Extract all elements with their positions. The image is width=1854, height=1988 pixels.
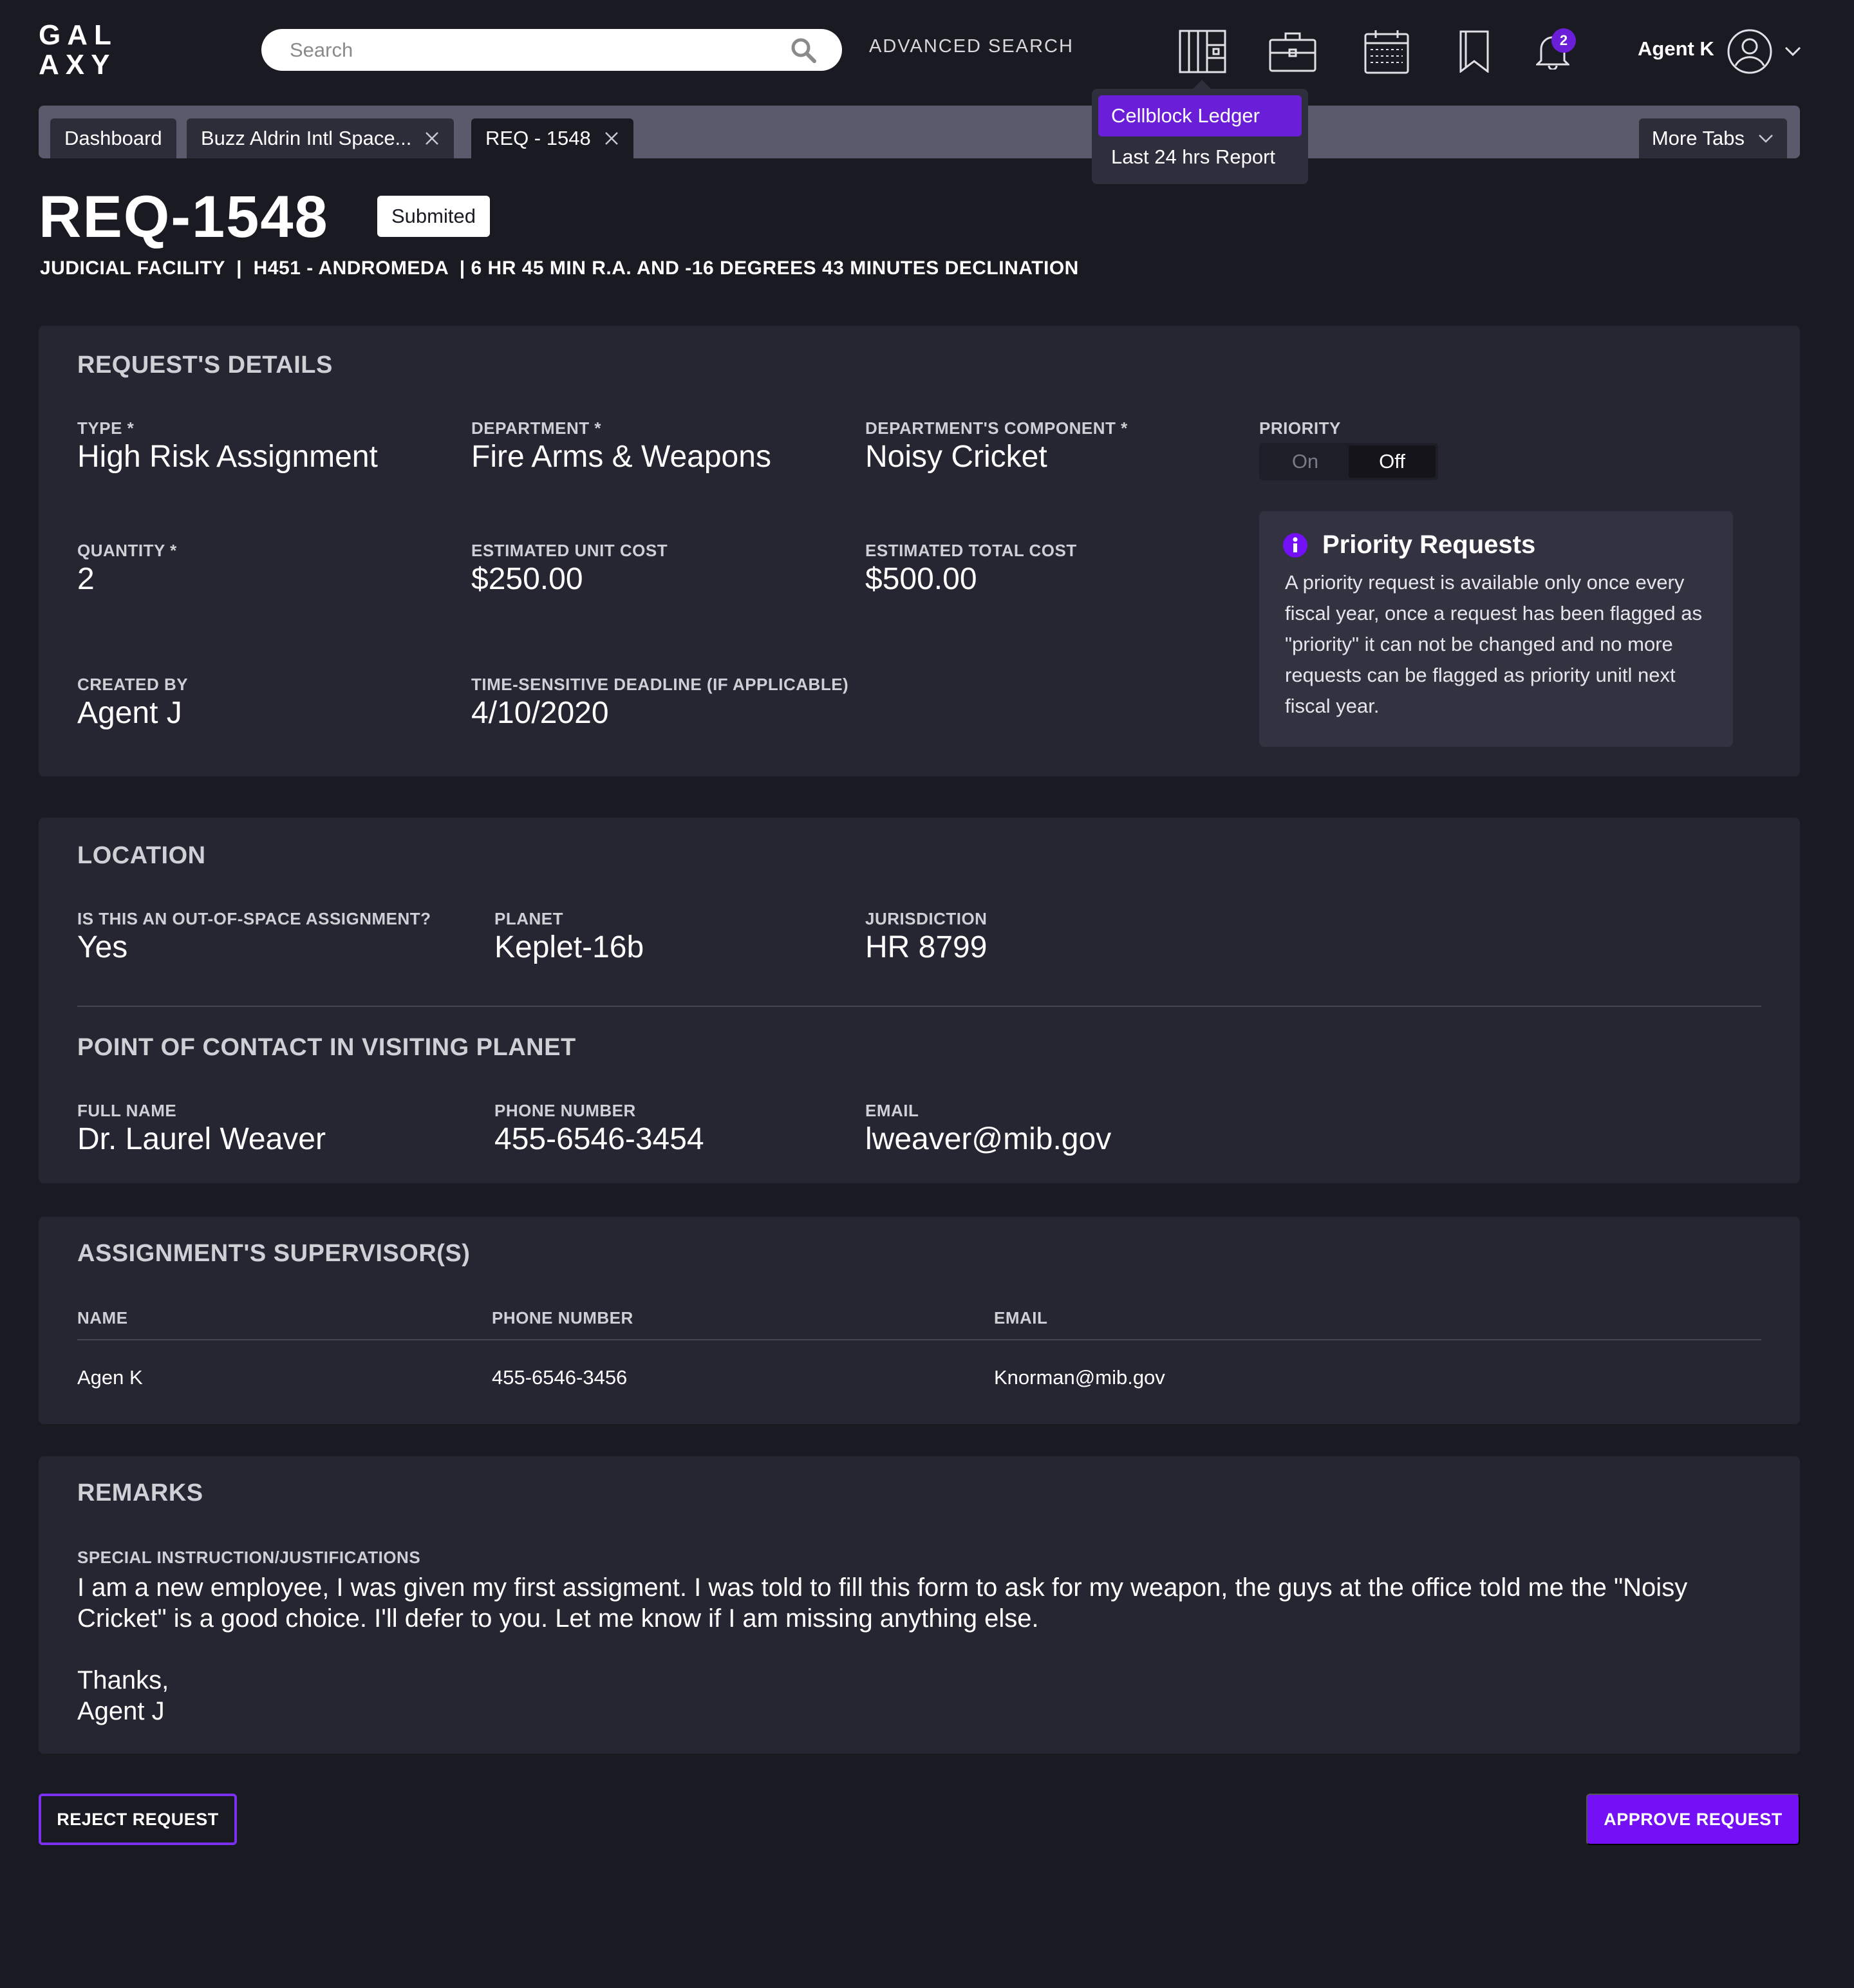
- poc-name-label: FULL NAME: [77, 1101, 177, 1120]
- out-of-space-value: Yes: [77, 930, 128, 964]
- tab-label: Dashboard: [64, 127, 162, 149]
- jurisdiction-value: HR 8799: [865, 930, 988, 964]
- column-header-phone: PHONE NUMBER: [492, 1308, 633, 1327]
- supervisor-phone: 455-6546-3456: [492, 1366, 628, 1389]
- more-tabs-button[interactable]: More Tabs: [1638, 118, 1787, 158]
- priority-toggle[interactable]: On Off: [1259, 443, 1438, 480]
- total-cost-value: $500.00: [865, 562, 977, 596]
- search-icon[interactable]: [791, 37, 816, 63]
- chevron-down-icon: [1759, 135, 1773, 143]
- request-subtitle: JUDICIAL FACILITY | H451 - ANDROMEDA | 6…: [40, 258, 1079, 279]
- component-value: Noisy Cricket: [865, 440, 1047, 474]
- bell-icon[interactable]: 2: [1527, 26, 1578, 77]
- supervisor-name: Agen K: [77, 1366, 143, 1389]
- menu-item-last-24-report[interactable]: Last 24 hrs Report: [1098, 136, 1302, 178]
- poc-phone-value: 455-6546-3454: [494, 1122, 704, 1156]
- column-header-email: EMAIL: [994, 1308, 1048, 1327]
- search-bar: [261, 29, 842, 71]
- status-badge: Submited: [377, 196, 490, 237]
- component-label: DEPARTMENT'S COMPONENT *: [865, 418, 1128, 438]
- created-by-label: CREATED BY: [77, 675, 189, 694]
- briefcase-icon[interactable]: [1267, 26, 1318, 77]
- section-title: REQUEST'S DETAILS: [77, 352, 333, 379]
- type-label: TYPE *: [77, 418, 135, 438]
- ledger-dropdown-menu: Cellblock Ledger Last 24 hrs Report: [1092, 89, 1308, 184]
- out-of-space-label: IS THIS AN OUT-OF-SPACE ASSIGNMENT?: [77, 909, 431, 928]
- request-details-card: REQUEST'S DETAILS TYPE * High Risk Assig…: [39, 326, 1800, 776]
- calendar-icon[interactable]: [1361, 26, 1412, 77]
- menu-item-cellblock-ledger[interactable]: Cellblock Ledger: [1098, 95, 1302, 136]
- poc-email-label: EMAIL: [865, 1101, 919, 1120]
- planet-label: PLANET: [494, 909, 563, 928]
- priority-off-option[interactable]: Off: [1349, 445, 1436, 478]
- tab-label: Buzz Aldrin Intl Space...: [201, 127, 412, 149]
- column-header-name: NAME: [77, 1308, 128, 1327]
- approve-request-button[interactable]: APPROVE REQUEST: [1586, 1794, 1800, 1845]
- page-title: REQ-1548: [39, 184, 329, 250]
- tab-bar: Dashboard Buzz Aldrin Intl Space... REQ …: [39, 106, 1800, 158]
- supervisor-email[interactable]: Knorman@mib.gov: [994, 1366, 1165, 1389]
- tab-req-1548[interactable]: REQ - 1548: [471, 118, 633, 158]
- reject-request-button[interactable]: REJECT REQUEST: [39, 1794, 237, 1845]
- user-name[interactable]: Agent K: [1638, 37, 1714, 61]
- type-value: High Risk Assignment: [77, 440, 378, 474]
- section-title: REMARKS: [77, 1479, 203, 1506]
- logo-line-2: AXY: [39, 49, 117, 80]
- section-title: LOCATION: [77, 842, 206, 869]
- quantity-value: 2: [77, 562, 95, 596]
- poc-phone-label: PHONE NUMBER: [494, 1101, 636, 1120]
- ledger-icon[interactable]: [1177, 26, 1228, 77]
- dropdown-caret: [1193, 80, 1211, 89]
- poc-title: POINT OF CONTACT IN VISITING PLANET: [77, 1034, 576, 1061]
- unit-cost-label: ESTIMATED UNIT COST: [471, 541, 668, 560]
- unit-cost-value: $250.00: [471, 562, 583, 596]
- section-divider: [77, 1006, 1761, 1007]
- poc-name-value: Dr. Laurel Weaver: [77, 1122, 326, 1156]
- tab-buzz-aldrin[interactable]: Buzz Aldrin Intl Space...: [187, 118, 454, 158]
- total-cost-label: ESTIMATED TOTAL COST: [865, 541, 1077, 560]
- deadline-value: 4/10/2020: [471, 696, 609, 730]
- more-tabs-label: More Tabs: [1651, 127, 1745, 149]
- close-icon[interactable]: [604, 131, 619, 146]
- bookmark-icon[interactable]: [1448, 26, 1500, 77]
- close-icon[interactable]: [424, 131, 440, 146]
- priority-label: PRIORITY: [1259, 418, 1341, 438]
- search-input[interactable]: [290, 38, 791, 62]
- supervisors-card: ASSIGNMENT'S SUPERVISOR(S) NAME PHONE NU…: [39, 1217, 1800, 1424]
- logo-line-1: GAL: [39, 19, 118, 51]
- department-label: DEPARTMENT *: [471, 418, 601, 438]
- user-avatar-icon[interactable]: [1727, 28, 1773, 75]
- tab-dashboard[interactable]: Dashboard: [50, 118, 176, 158]
- planet-value: Keplet-16b: [494, 930, 644, 964]
- tab-label: REQ - 1548: [485, 127, 591, 149]
- poc-email-value[interactable]: lweaver@mib.gov: [865, 1121, 1111, 1157]
- location-card: LOCATION IS THIS AN OUT-OF-SPACE ASSIGNM…: [39, 818, 1800, 1183]
- remarks-label: SPECIAL INSTRUCTION/JUSTIFICATIONS: [77, 1548, 421, 1567]
- chevron-down-icon[interactable]: [1783, 41, 1803, 61]
- section-title: ASSIGNMENT'S SUPERVISOR(S): [77, 1240, 471, 1267]
- priority-on-option[interactable]: On: [1262, 445, 1349, 478]
- deadline-label: TIME-SENSITIVE DEADLINE (IF APPLICABLE): [471, 675, 849, 694]
- department-value: Fire Arms & Weapons: [471, 440, 771, 474]
- remarks-card: REMARKS SPECIAL INSTRUCTION/JUSTIFICATIO…: [39, 1456, 1800, 1754]
- remarks-text: I am a new employee, I was given my firs…: [77, 1573, 1688, 1725]
- advanced-search-link[interactable]: ADVANCED SEARCH: [869, 36, 1074, 57]
- quantity-label: QUANTITY *: [77, 541, 177, 560]
- created-by-value: Agent J: [77, 696, 182, 730]
- notification-badge: 2: [1551, 28, 1576, 53]
- jurisdiction-label: JURISDICTION: [865, 909, 988, 928]
- table-header-divider: [77, 1339, 1761, 1340]
- galaxy-logo[interactable]: GAL AXY: [39, 21, 118, 80]
